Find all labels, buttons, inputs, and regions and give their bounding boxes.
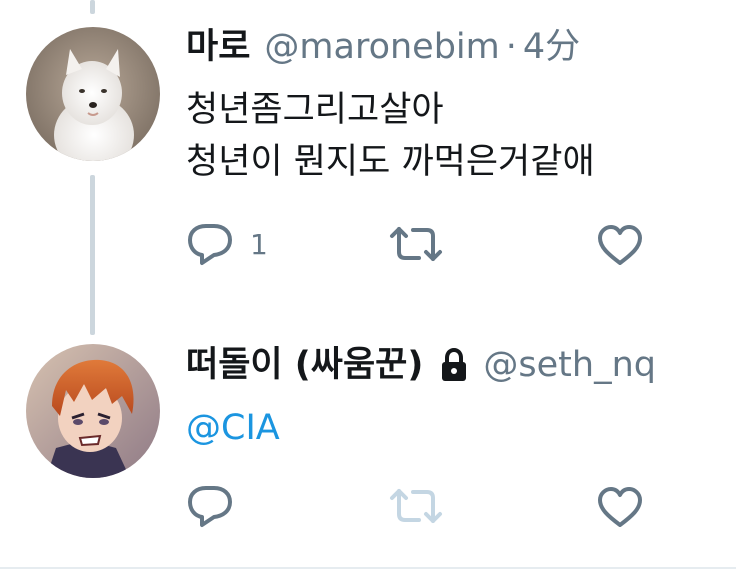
tweet-text-line: 청년이 뭔지도 까먹은거같애 <box>186 142 595 182</box>
like-button[interactable] <box>596 486 644 528</box>
reply-button[interactable] <box>186 484 234 528</box>
thread-line-middle <box>90 175 95 335</box>
avatar-maronebim[interactable] <box>26 27 160 161</box>
reply-button[interactable]: 1 <box>186 222 268 266</box>
dog-avatar-image <box>26 27 160 161</box>
timestamp[interactable]: 4分 <box>523 27 580 67</box>
separator-dot: · <box>505 27 517 67</box>
like-button[interactable] <box>596 224 644 266</box>
tweet-body: 청년좀그리고살아 청년이 뭔지도 까먹은거같애 <box>186 84 595 188</box>
heart-icon <box>598 225 642 265</box>
tweet-divider <box>0 567 736 569</box>
lock-icon <box>442 348 467 381</box>
reply-icon <box>188 486 232 527</box>
anime-avatar-image <box>26 344 160 478</box>
user-handle[interactable]: @maronebim <box>264 27 499 67</box>
tweet-text-line: 청년좀그리고살아 <box>186 90 444 130</box>
display-name[interactable]: 마로 <box>186 27 250 67</box>
tweet-header: 마로 @maronebim · 4分 <box>186 27 580 67</box>
reply-icon <box>188 224 232 265</box>
mention-link[interactable]: @CIA <box>186 408 280 448</box>
display-name[interactable]: 떠돌이 (싸움꾼) <box>186 345 423 385</box>
retweet-icon <box>390 227 442 261</box>
tweet-header: 떠돌이 (싸움꾼) @seth_nq <box>186 345 656 385</box>
retweet-button-disabled <box>389 486 443 526</box>
thread-line-top <box>90 0 95 14</box>
heart-icon <box>598 487 642 527</box>
retweet-button[interactable] <box>389 224 443 264</box>
tweet-body: @CIA <box>186 402 280 454</box>
reply-count: 1 <box>250 227 268 261</box>
avatar-seth-nq[interactable] <box>26 344 160 478</box>
retweet-icon <box>390 489 442 523</box>
user-handle[interactable]: @seth_nq <box>483 345 656 385</box>
